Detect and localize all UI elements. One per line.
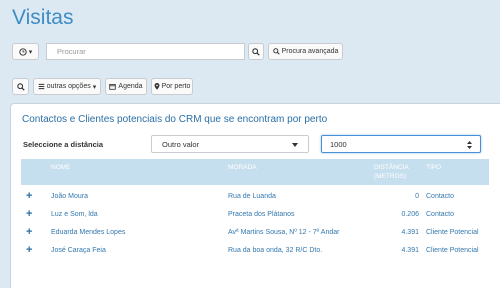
clock-filter-button[interactable]: ▾ (12, 43, 39, 60)
search-button[interactable] (248, 43, 264, 60)
distance-select[interactable]: Outro valor (151, 135, 309, 153)
distance-number-input[interactable]: 1000 (321, 135, 481, 153)
zoom-icon (16, 82, 25, 91)
calendar-icon (109, 83, 117, 90)
row-distance: 0 (415, 193, 419, 200)
row-address: Praceta dos Plátanos (228, 211, 295, 218)
advanced-search-label: Procura avançada (281, 48, 339, 55)
search-icon (272, 48, 280, 55)
agenda-button[interactable]: Agenda (105, 78, 147, 95)
agenda-label: Agenda (118, 83, 143, 90)
nearby-panel: Contactos e Clientes potenciais do CRM q… (10, 103, 500, 288)
list-icon (38, 83, 45, 90)
row-name: João Moura (51, 193, 88, 200)
table-row[interactable]: + José Caraça Feia Rua da boa onda, 32 R… (21, 242, 489, 260)
search-icon (252, 47, 260, 56)
row-type: Contacto (426, 193, 455, 200)
row-name: José Caraça Feia (51, 247, 106, 254)
column-header-distance: DISTÂNCIA (374, 164, 409, 171)
page-title: Visitas (12, 6, 74, 29)
column-header-distance-unit: (METROS) (374, 173, 407, 180)
distance-label: Seleccione a distância (23, 140, 104, 149)
row-distance: 0.206 (401, 211, 419, 218)
row-name: Luz e Som, lda (51, 211, 98, 218)
table-header: NOME MORADA DISTÂNCIA (METROS) TIPO (21, 159, 489, 185)
chevron-down-icon (292, 140, 298, 149)
row-address: Rua da boa onda, 32 R/C Dto. (228, 247, 323, 254)
row-type: Contacto (426, 211, 455, 218)
row-address: Avª Martins Sousa, Nº 12 - 7º Andar (228, 229, 340, 236)
table-row[interactable]: + Eduarda Mendes Lopes Avª Martins Sousa… (21, 224, 489, 242)
panel-title: Contactos e Clientes potenciais do CRM q… (22, 114, 328, 125)
column-header-name: NOME (51, 164, 71, 171)
row-distance: 4.391 (401, 247, 419, 254)
row-name: Eduarda Mendes Lopes (51, 229, 126, 236)
more-options-button[interactable]: outras opções ▾ (33, 78, 101, 95)
advanced-search-button[interactable]: Procura avançada (268, 43, 343, 60)
expand-plus-icon[interactable]: + (26, 190, 32, 202)
column-header-type: TIPO (426, 164, 442, 171)
row-distance: 4.391 (401, 229, 419, 236)
row-type: Cliente Potencial (426, 229, 479, 236)
nearby-button[interactable]: Por perto (151, 78, 193, 95)
expand-plus-icon[interactable]: + (26, 244, 32, 256)
clock-icon (19, 47, 27, 56)
chevron-down-icon: ▾ (92, 83, 97, 91)
map-marker-icon (154, 82, 160, 90)
row-type: Cliente Potencial (426, 247, 479, 254)
table-row[interactable]: + Luz e Som, lda Praceta dos Plátanos 0.… (21, 206, 489, 224)
nearby-label: Por perto (161, 83, 191, 90)
zoom-button[interactable] (12, 78, 29, 95)
table-row[interactable]: + João Moura Rua de Luanda 0 Contacto (21, 188, 489, 206)
chevron-down-icon: ▾ (28, 48, 33, 56)
distance-input-value: 1000 (330, 139, 347, 149)
expand-plus-icon[interactable]: + (26, 226, 32, 238)
distance-select-value: Outro valor (162, 139, 200, 149)
spinner-icon[interactable] (467, 139, 472, 149)
search-input[interactable]: Procurar (46, 43, 245, 60)
expand-plus-icon[interactable]: + (26, 208, 32, 220)
column-header-address: MORADA (228, 164, 257, 171)
more-options-label: outras opções (46, 83, 91, 90)
row-address: Rua de Luanda (228, 193, 276, 200)
